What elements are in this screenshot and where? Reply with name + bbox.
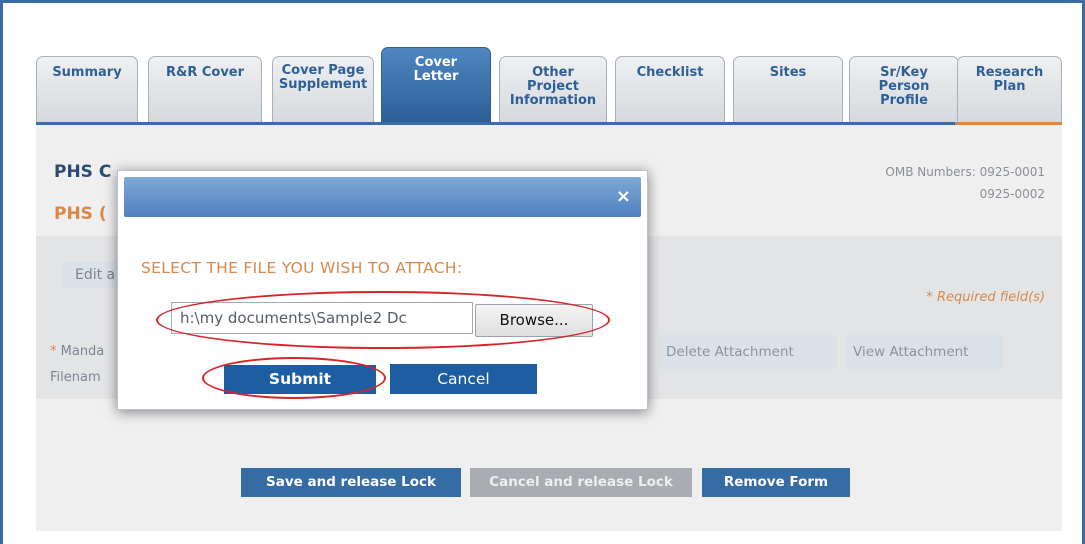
tab-rr-cover-label: R&R Cover bbox=[165, 65, 245, 80]
tab-checklist[interactable]: Checklist bbox=[615, 56, 725, 122]
omb-numbers: OMB Numbers: 0925-0001 0925-0002 bbox=[885, 161, 1045, 205]
tab-other-project-information[interactable]: Other Project Information bbox=[499, 56, 607, 122]
omb-line-2: 0925-0002 bbox=[979, 187, 1045, 201]
close-icon[interactable]: × bbox=[616, 186, 631, 208]
cancel-and-release-lock-button[interactable]: Cancel and release Lock bbox=[470, 468, 692, 497]
tab-rr-cover[interactable]: R&R Cover bbox=[148, 56, 262, 122]
tab-sites[interactable]: Sites bbox=[733, 56, 843, 122]
tab-other-project-information-label: Other Project Information bbox=[509, 65, 597, 108]
file-path-input[interactable]: h:\my documents\Sample2 Dc bbox=[171, 302, 473, 334]
cancel-button[interactable]: Cancel bbox=[390, 364, 537, 394]
attach-file-dialog: × SELECT THE FILE YOU WISH TO ATTACH: h:… bbox=[117, 170, 648, 410]
required-fields-note: * Required field(s) bbox=[926, 290, 1045, 305]
mandatory-label-text: Manda bbox=[56, 344, 105, 359]
dialog-prompt: SELECT THE FILE YOU WISH TO ATTACH: bbox=[141, 259, 463, 277]
page-subtitle: PHS ( bbox=[54, 204, 107, 224]
tab-research-plan-label: Research Plan bbox=[975, 65, 1044, 94]
remove-form-button[interactable]: Remove Form bbox=[702, 468, 850, 497]
tab-sr-key-person-profile-label: Sr/Key Person Profile bbox=[878, 65, 930, 108]
delete-attachment-button[interactable]: Delete Attachment bbox=[659, 335, 837, 369]
browse-button[interactable]: Browse... bbox=[475, 304, 593, 337]
edit-attachment-button[interactable]: Edit a bbox=[63, 262, 121, 288]
tab-checklist-label: Checklist bbox=[636, 65, 704, 80]
tab-cover-page-supplement-label: Cover Page Supplement bbox=[278, 63, 368, 92]
dialog-titlebar: × bbox=[124, 177, 641, 217]
mandatory-label: * Manda bbox=[50, 344, 104, 359]
tab-cover-letter-label: Cover Letter bbox=[413, 55, 459, 84]
tab-cover-page-supplement[interactable]: Cover Page Supplement bbox=[272, 56, 374, 122]
tab-research-plan[interactable]: Research Plan bbox=[957, 56, 1062, 122]
tab-summary[interactable]: Summary bbox=[36, 56, 138, 122]
filename-label: Filenam bbox=[50, 370, 101, 385]
omb-line-1: OMB Numbers: 0925-0001 bbox=[885, 165, 1045, 179]
save-and-release-lock-button[interactable]: Save and release Lock bbox=[241, 468, 461, 497]
tab-sr-key-person-profile[interactable]: Sr/Key Person Profile bbox=[849, 56, 959, 122]
tab-summary-label: Summary bbox=[52, 65, 122, 80]
tab-sites-label: Sites bbox=[769, 65, 807, 80]
page-title: PHS C bbox=[54, 162, 112, 182]
submit-button[interactable]: Submit bbox=[224, 365, 376, 394]
tab-cover-letter[interactable]: Cover Letter bbox=[381, 47, 491, 122]
view-attachment-button[interactable]: View Attachment bbox=[846, 335, 1003, 369]
